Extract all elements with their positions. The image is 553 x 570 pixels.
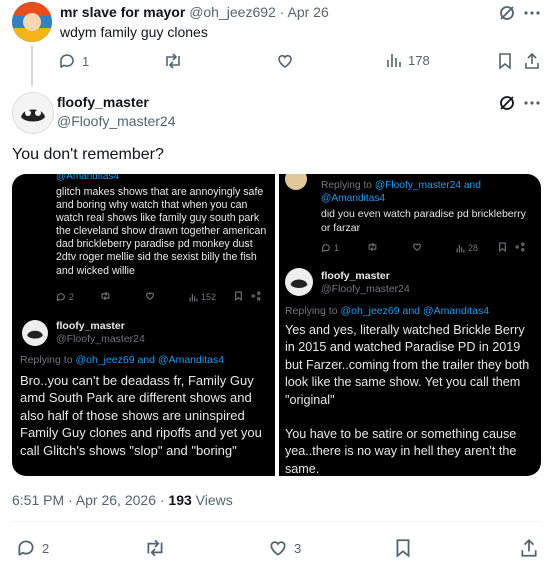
reply-icon (58, 52, 76, 70)
focal-meta-line: 6:51 PM · Apr 26, 2026 · 193 Views (12, 492, 233, 508)
avatar-mr-slave[interactable] (12, 2, 52, 42)
parent-text: wdym family guy clones (60, 24, 208, 40)
focal-like-count: 3 (294, 540, 302, 556)
right-reply-stat: 1 (321, 243, 339, 253)
parent-reply-count: 1 (82, 53, 90, 69)
left-replying-mentions: @oh_jeez69 and @Amanditas4 (75, 354, 225, 366)
left-reply-text: Bro..you can't be deadass fr, Family Guy… (20, 373, 262, 458)
right-top-avatar (285, 174, 307, 190)
right-quoted-actions: 1 28 (321, 242, 536, 254)
left-top-cut-mention: @Amanditas4 (56, 174, 119, 182)
right-reply-count: 1 (334, 243, 340, 253)
repost-icon (163, 52, 183, 70)
right-replying-line-2: Replying to @oh_jeez69 and @Amanditas4 (285, 305, 490, 317)
focal-display-name[interactable]: floofy_master (57, 94, 149, 110)
left-repost-icon (100, 291, 111, 303)
left-bookmark-icon (234, 291, 243, 303)
parent-share-icon[interactable] (523, 52, 541, 70)
left-quoted-text: glitch makes shows that are annoyingly s… (56, 186, 267, 277)
attached-image-right[interactable]: Replying to @Floofy_master24 and @Amandi… (279, 174, 541, 476)
heart-icon (268, 538, 288, 558)
parent-views-button[interactable]: 178 (386, 52, 430, 68)
parent-repost-button[interactable] (163, 52, 183, 70)
right-replying-mentions-2: @oh_jeez69 and @Amanditas4 (340, 305, 490, 317)
left-reply-name: floofy_master (56, 320, 125, 332)
right-views-stat: 28 (456, 243, 478, 253)
repost-icon (144, 538, 166, 558)
thread-connector-line (31, 46, 33, 86)
grok-icon[interactable] (498, 4, 516, 22)
parent-display-name[interactable]: mr slave for mayor (60, 4, 185, 20)
right-heart-icon (412, 242, 422, 254)
focal-views-count: 193 (168, 492, 192, 508)
right-bookmark-icon (498, 242, 507, 254)
parent-bookmark-icon[interactable] (497, 52, 513, 70)
parent-date[interactable]: Apr 26 (287, 4, 328, 20)
right-reply-avatar (285, 268, 313, 296)
attached-image-left[interactable]: @Amanditas4 glitch makes shows that are … (12, 174, 275, 476)
left-reply-avatar (22, 320, 48, 346)
views-icon (386, 52, 402, 68)
left-quoted-actions: 2 152 (56, 291, 270, 303)
left-reply-count: 2 (69, 292, 75, 302)
divider (12, 521, 541, 522)
focal-bookmark-icon[interactable] (394, 538, 412, 558)
right-reply-text-1: Yes and yes, literally watched Brickle B… (285, 323, 530, 407)
left-reply-handle: @Floofy_master24 (56, 333, 145, 345)
left-views-stat: 152 (189, 292, 216, 302)
left-share-icon (251, 291, 261, 303)
parent-views-count: 178 (408, 52, 430, 68)
focal-timestamp[interactable]: 6:51 PM · Apr 26, 2026 · (12, 492, 168, 508)
right-reply-handle: @Floofy_master24 (321, 283, 410, 295)
heart-icon (276, 52, 294, 70)
focal-handle[interactable]: @Floofy_master24 (57, 113, 175, 129)
parent-reply-button[interactable]: 1 (58, 52, 89, 70)
focal-reply-count: 2 (42, 540, 50, 556)
focal-reply-button[interactable]: 2 (16, 538, 49, 558)
more-options-icon[interactable] (523, 4, 541, 22)
focal-more-options-icon[interactable] (523, 94, 541, 112)
focal-grok-icon[interactable] (498, 94, 516, 112)
left-heart-icon (145, 291, 155, 303)
parent-handle[interactable]: @oh_jeez692 (189, 4, 276, 20)
right-views-count: 28 (468, 243, 479, 253)
focal-share-icon[interactable] (519, 538, 539, 558)
left-replying-line: Replying to @oh_jeez69 and @Amanditas4 (20, 354, 225, 366)
right-reply-name: floofy_master (321, 270, 390, 282)
parent-header: mr slave for mayor @oh_jeez692 · Apr 26 (60, 4, 329, 20)
avatar-floofy-master[interactable] (12, 92, 54, 134)
parent-like-button[interactable] (276, 52, 294, 70)
right-share-icon (515, 242, 525, 254)
focal-text: You don't remember? (12, 146, 164, 163)
right-quoted-text: did you even watch paradise pd bricklebe… (321, 208, 526, 234)
focal-like-button[interactable]: 3 (268, 538, 301, 558)
focal-repost-button[interactable] (144, 538, 166, 558)
focal-views-label: Views (191, 492, 233, 508)
left-views-count: 152 (201, 292, 217, 302)
left-reply-stat: 2 (56, 292, 74, 302)
right-reply-text-2: You have to be satire or something cause… (285, 427, 517, 476)
reply-icon (16, 538, 36, 558)
right-replying-line: Replying to @Floofy_master24 and @Amandi… (321, 180, 481, 204)
right-repost-icon (367, 242, 378, 254)
